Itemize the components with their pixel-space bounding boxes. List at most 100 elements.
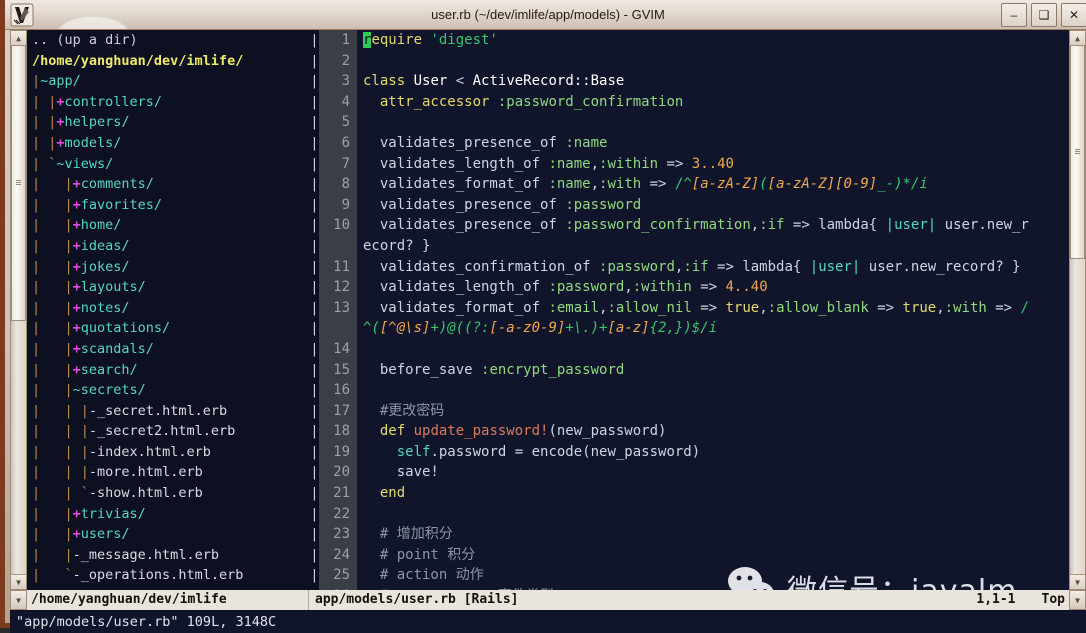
line-number: 3	[319, 71, 357, 92]
code-line[interactable]: 11 validates_confirmation_of :password,:…	[319, 256, 1069, 278]
minimize-button[interactable]: –	[1001, 3, 1027, 27]
tree-file[interactable]: | | |-_secret.html.erb	[28, 401, 310, 422]
tree-scrollbar[interactable]: ▲ ▼	[10, 30, 27, 590]
tree-label: more.html.erb	[97, 464, 203, 481]
code-line[interactable]: 6 validates_presence_of :name	[319, 132, 1069, 154]
code-token: [a-zA-Z]	[691, 176, 760, 193]
tree-scrollbar-thumb[interactable]	[11, 45, 26, 321]
code-token: user.new_r	[936, 217, 1029, 234]
code-line[interactable]: 21 end	[319, 483, 1069, 504]
tree-file[interactable]: | `-_operations.html.erb	[28, 565, 310, 586]
tree-node[interactable]: .. (up a dir)	[28, 30, 310, 51]
tree-status-arrow-icon[interactable]: ▼	[10, 590, 27, 610]
code-line[interactable]: 24 # point 积分	[319, 544, 1069, 566]
code-line[interactable]: 4 attr_accessor :password_confirmation	[319, 91, 1069, 113]
code-line[interactable]: 25 # action 动作	[319, 565, 1069, 587]
code-line[interactable]: 14	[319, 338, 1069, 360]
tree-file[interactable]: | | |-index.html.erb	[28, 442, 310, 463]
code-token: {	[868, 217, 886, 234]
tree-marker: +	[56, 134, 65, 151]
tree-node[interactable]: | |+ideas/	[28, 236, 310, 257]
code-token: validates_format_of	[379, 299, 541, 316]
file-tree[interactable]: .. (up a dir) /home/yanghuan/dev/imlife/ |…	[28, 30, 310, 590]
tree-marker: +	[72, 299, 81, 316]
code-token: :with	[599, 176, 642, 193]
tree-file[interactable]: | | |-_secret2.html.erb	[28, 421, 310, 442]
editor-scroll-up-icon[interactable]: ▲	[1070, 31, 1085, 46]
tree-node[interactable]: | |+trivias/	[28, 504, 310, 525]
tree-node[interactable]: | |+jokes/	[28, 257, 310, 278]
tree-label: _message.html.erb	[80, 546, 219, 563]
tree-node[interactable]: | |+users/	[28, 524, 310, 545]
code-line[interactable]: 2	[319, 50, 1069, 72]
tree-file[interactable]: | | |-more.html.erb	[28, 462, 310, 483]
code-token: :name	[548, 155, 591, 172]
code-token: =>	[986, 299, 1021, 316]
tree-node[interactable]: | |+helpers/	[28, 112, 310, 133]
code-editor[interactable]: 1 require 'digest' 2 3 class User < ActiveRe…	[319, 30, 1069, 590]
tree-file[interactable]: | |-_message.html.erb	[28, 545, 310, 566]
window-controls: – ❑ ✕	[1001, 3, 1086, 27]
tree-node[interactable]: | |+home/	[28, 215, 310, 236]
editor-scrollbar-thumb[interactable]	[1070, 45, 1085, 259]
tree-node[interactable]: | |+models/	[28, 133, 310, 154]
code-line[interactable]: 8 validates_format_of :name,:with => /^[…	[319, 174, 1069, 195]
tree-node[interactable]: | |~secrets/	[28, 380, 310, 401]
code-line[interactable]: 22	[319, 503, 1069, 525]
tree-node[interactable]: | `~views/	[28, 154, 310, 175]
tree-scroll-up-icon[interactable]: ▲	[11, 31, 26, 46]
tree-node[interactable]: | |+favorites/	[28, 195, 310, 216]
code-line[interactable]: 7 validates_length_of :name,:within => 3…	[319, 153, 1069, 175]
tree-node[interactable]: | |+controllers/	[28, 92, 310, 113]
code-token: [a-zA-Z]	[767, 176, 836, 193]
code-line[interactable]: 20 save!	[319, 462, 1069, 484]
line-content: ecord? }	[357, 236, 430, 257]
code-line[interactable]: ^([^@\s]+)@((?:[-a-z0-9]+\.)+[a-z]{2,})$…	[319, 318, 1069, 339]
editor-scroll-down-icon[interactable]: ▼	[1070, 574, 1085, 589]
code-line[interactable]: 5	[319, 112, 1069, 133]
code-token: :password	[599, 258, 675, 275]
code-line[interactable]: 15 before_save :encrypt_password	[319, 359, 1069, 381]
statusline-filename: app/models/user.rb [Rails]	[315, 592, 519, 607]
tree-marker: +	[72, 217, 81, 234]
code-token: :encrypt_password	[481, 361, 625, 378]
tree-marker: +	[72, 361, 81, 378]
maximize-button[interactable]: ❑	[1031, 3, 1057, 27]
code-line[interactable]: 10 validates_presence_of :password_confi…	[319, 215, 1069, 236]
tree-node[interactable]: | |+notes/	[28, 298, 310, 319]
code-token: +)@((?:	[430, 320, 490, 337]
tree-guide: | |	[32, 217, 73, 234]
code-line[interactable]: 12 validates_length_of :password,:within…	[319, 277, 1069, 298]
code-token: 4..40	[725, 279, 768, 296]
tree-node[interactable]: | |+search/	[28, 360, 310, 381]
tree-node[interactable]: | |+scandals/	[28, 339, 310, 360]
tree-label: show.html.erb	[97, 485, 203, 502]
code-line[interactable]: 13 validates_format_of :email,:allow_nil…	[319, 297, 1069, 319]
editor-scrollbar[interactable]: ▲ ▼	[1069, 30, 1086, 590]
close-button[interactable]: ✕	[1061, 3, 1086, 27]
tree-scroll-down-icon[interactable]: ▼	[11, 574, 26, 589]
tree-node[interactable]: | |+comments/	[28, 174, 310, 195]
editor-status-arrow-icon[interactable]: ▼	[1069, 590, 1086, 610]
code-line[interactable]: 3 class User < ActiveRecord::Base	[319, 71, 1069, 92]
tree-file[interactable]: | | `-show.html.erb	[28, 483, 310, 504]
code-line[interactable]: 1 require 'digest'	[319, 30, 1069, 51]
tree-node[interactable]: /home/yanghuan/dev/imlife/	[28, 51, 310, 72]
line-number: 2	[319, 50, 357, 72]
code-line[interactable]: 17 #更改密码	[319, 400, 1069, 422]
code-line[interactable]: ecord? }	[319, 235, 1069, 257]
code-line[interactable]: 23 # 增加积分	[319, 524, 1069, 545]
tree-marker: -	[72, 546, 81, 563]
tree-node[interactable]: | |+layouts/	[28, 277, 310, 298]
code-line[interactable]: 19 self.password = encode(new_password)	[319, 441, 1069, 463]
tree-node[interactable]: | |+quotations/	[28, 318, 310, 339]
code-line[interactable]: 9 validates_presence_of :password	[319, 194, 1069, 216]
command-line[interactable]: "app/models/user.rb" 109L, 3148C	[10, 611, 1086, 633]
code-line[interactable]: 16	[319, 380, 1069, 401]
line-number	[319, 318, 357, 339]
tree-node[interactable]: |~app/	[28, 71, 310, 92]
code-line[interactable]: 18 def update_password!(new_password)	[319, 421, 1069, 442]
code-token: ,	[936, 299, 945, 316]
